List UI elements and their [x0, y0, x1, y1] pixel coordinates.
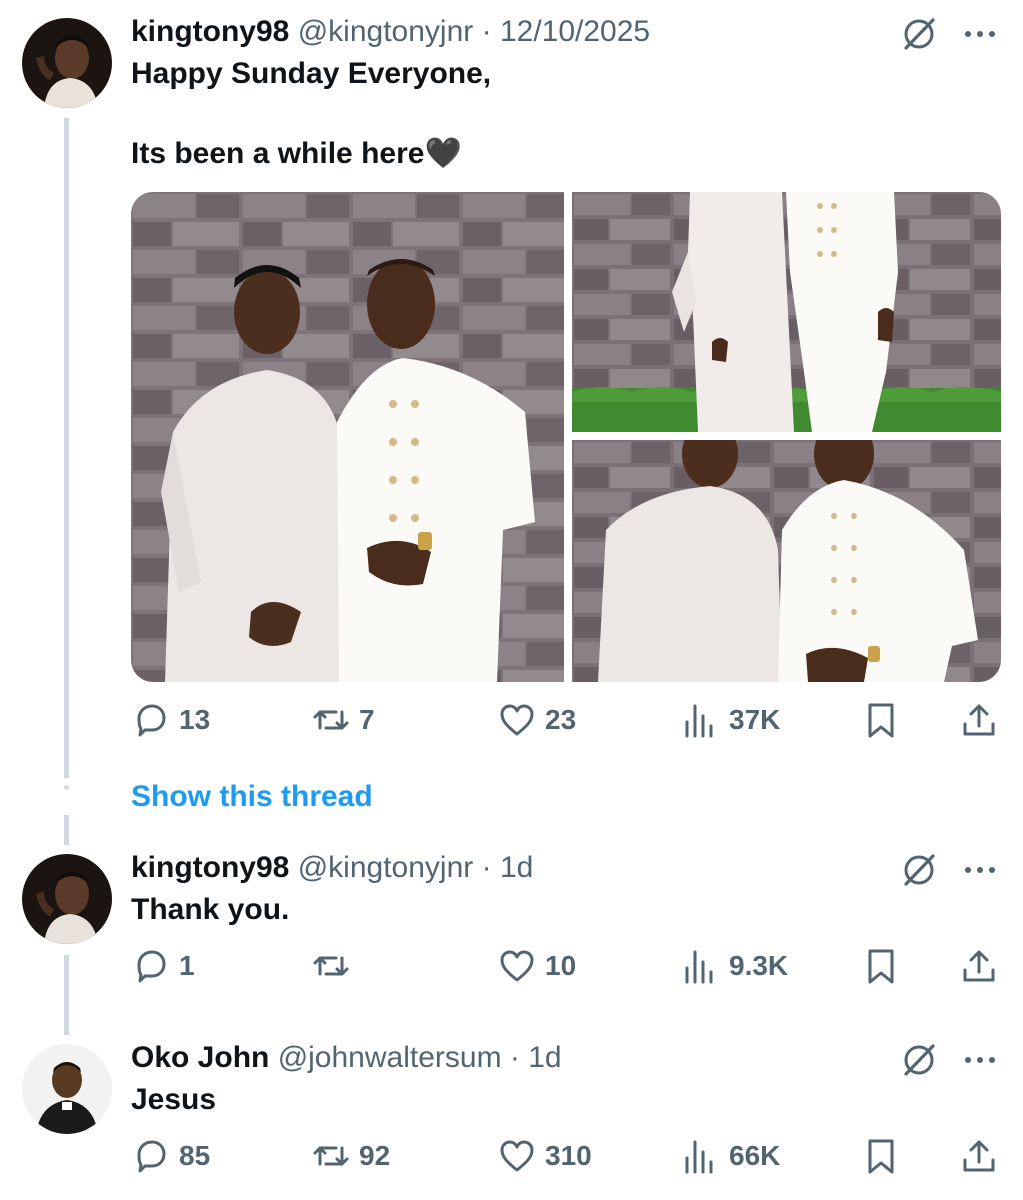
- bookmark-button[interactable]: [861, 944, 901, 988]
- reply-icon: [137, 1140, 166, 1173]
- more-icon[interactable]: [960, 1040, 1000, 1080]
- tweet-text-line-2: Its been a while here🖤: [131, 137, 462, 170]
- user-handle[interactable]: @kingtonyjnr: [298, 15, 474, 48]
- avatar[interactable]: [22, 854, 112, 944]
- reply-count: 13: [179, 704, 211, 735]
- action-bar: 85 92 310 66K: [131, 1134, 1001, 1178]
- repost-icon: [313, 1146, 349, 1166]
- reply-count: 1: [179, 950, 195, 981]
- share-icon: [963, 704, 995, 736]
- views-button[interactable]: 9.3K: [681, 944, 788, 988]
- photo-3[interactable]: [572, 440, 1001, 682]
- like-button[interactable]: 310: [497, 1134, 592, 1178]
- views-button[interactable]: 66K: [681, 1134, 780, 1178]
- repost-button[interactable]: 7: [311, 698, 375, 742]
- like-icon: [500, 704, 534, 736]
- repost-button[interactable]: [311, 944, 359, 988]
- grok-icon[interactable]: [899, 14, 939, 54]
- avatar[interactable]: [22, 18, 112, 108]
- tweet-text: Jesus: [131, 1083, 217, 1116]
- avatar[interactable]: [22, 1044, 112, 1134]
- like-count: 310: [545, 1140, 592, 1171]
- views-count: 66K: [729, 1140, 781, 1171]
- share-button[interactable]: [959, 1134, 999, 1178]
- views-button[interactable]: 37K: [681, 698, 780, 742]
- like-button[interactable]: 23: [497, 698, 576, 742]
- user-handle[interactable]: @johnwaltersum: [278, 1041, 502, 1074]
- repost-count: 92: [359, 1140, 391, 1171]
- like-icon: [500, 1140, 534, 1172]
- views-icon: [685, 704, 713, 738]
- bookmark-icon: [868, 703, 894, 738]
- action-bar: 13 7 23 37K: [131, 698, 1001, 742]
- tweet-text: Thank you.: [131, 893, 290, 926]
- views-icon: [685, 1140, 713, 1174]
- bookmark-icon: [868, 1139, 894, 1174]
- grok-icon[interactable]: [899, 850, 939, 890]
- views-icon: [685, 950, 713, 984]
- reply-icon: [137, 950, 166, 983]
- share-button[interactable]: [959, 944, 999, 988]
- show-thread-link[interactable]: Show this thread: [131, 780, 373, 814]
- bookmark-icon: [868, 949, 894, 984]
- grok-icon[interactable]: [899, 1040, 939, 1080]
- like-count: 10: [545, 950, 577, 981]
- share-icon: [963, 950, 995, 982]
- timestamp[interactable]: 12/10/2025: [500, 15, 650, 48]
- repost-icon: [313, 710, 349, 730]
- tweet-header: Oko John @johnwaltersum · 1d: [131, 1040, 562, 1076]
- tweet-reply-2[interactable]: Oko John @johnwaltersum · 1d Jesus 85 92…: [0, 1030, 1023, 1200]
- more-icon[interactable]: [960, 14, 1000, 54]
- reply-button[interactable]: 85: [131, 1134, 210, 1178]
- like-icon: [500, 950, 534, 982]
- bookmark-button[interactable]: [861, 698, 901, 742]
- bookmark-button[interactable]: [861, 1134, 901, 1178]
- reply-icon: [137, 704, 166, 737]
- share-icon: [963, 1140, 995, 1172]
- user-handle[interactable]: @kingtonyjnr: [298, 851, 474, 884]
- separator-dot: ·: [481, 851, 492, 884]
- action-bar: 1 10 9.3K: [131, 944, 1001, 988]
- reply-button[interactable]: 13: [131, 698, 210, 742]
- tweet-reply-1[interactable]: kingtony98 @kingtonyjnr · 1d Thank you. …: [0, 840, 1023, 1030]
- like-button[interactable]: 10: [497, 944, 576, 988]
- more-icon[interactable]: [960, 850, 1000, 890]
- share-button[interactable]: [959, 698, 999, 742]
- repost-icon: [313, 956, 349, 976]
- tweet-text-line-1: Happy Sunday Everyone,: [131, 57, 492, 90]
- repost-button[interactable]: 92: [311, 1134, 390, 1178]
- photo-1[interactable]: [131, 192, 564, 682]
- views-count: 37K: [729, 704, 781, 735]
- separator-dot: ·: [481, 15, 492, 48]
- tweet-header: kingtony98 @kingtonyjnr · 12/10/2025: [131, 14, 650, 50]
- repost-count: 7: [359, 704, 375, 735]
- views-count: 9.3K: [729, 950, 789, 981]
- display-name[interactable]: Oko John: [131, 1041, 269, 1074]
- timestamp[interactable]: 1d: [528, 1041, 561, 1074]
- media-grid[interactable]: [131, 192, 1001, 682]
- display-name[interactable]: kingtony98: [131, 851, 289, 884]
- tweet-header: kingtony98 @kingtonyjnr · 1d: [131, 850, 533, 886]
- reply-count: 85: [179, 1140, 211, 1171]
- like-count: 23: [545, 704, 577, 735]
- separator-dot: ·: [509, 1041, 520, 1074]
- reply-button[interactable]: 1: [131, 944, 195, 988]
- timestamp[interactable]: 1d: [500, 851, 533, 884]
- display-name[interactable]: kingtony98: [131, 15, 289, 48]
- tweet-main[interactable]: kingtony98 @kingtonyjnr · 12/10/2025 Hap…: [0, 0, 1023, 830]
- photo-2[interactable]: [572, 192, 1001, 432]
